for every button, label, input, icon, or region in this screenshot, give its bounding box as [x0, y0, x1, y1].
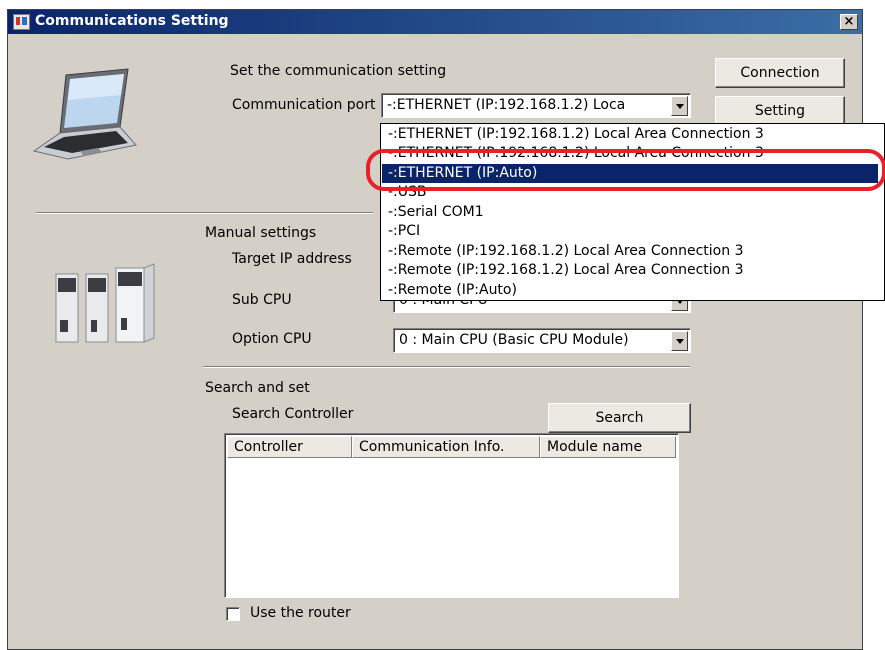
- use-router-checkbox[interactable]: [226, 607, 240, 621]
- target-ip-label: Target IP address: [232, 251, 352, 267]
- manual-heading: Manual settings: [205, 225, 317, 241]
- communications-setting-window: Communications Setting × Set the communi…: [7, 9, 863, 650]
- port-label: Communication port: [232, 97, 376, 113]
- list-header: Controller Communication Info. Module na…: [227, 436, 676, 458]
- chevron-down-icon[interactable]: [671, 96, 688, 116]
- option-cpu-value: 0 : Main CPU (Basic CPU Module): [399, 332, 629, 348]
- port-option[interactable]: -:ETHERNET (IP:192.168.1.2) Local Area C…: [382, 125, 878, 144]
- plc-modules-icon: [55, 263, 155, 343]
- port-option[interactable]: -:Remote (IP:192.168.1.2) Local Area Con…: [382, 261, 878, 280]
- divider-top: [36, 212, 373, 214]
- laptop-icon: [32, 68, 137, 160]
- column-communication-info[interactable]: Communication Info.: [352, 436, 540, 458]
- port-option[interactable]: -:PCI: [382, 222, 878, 241]
- port-option[interactable]: -:Remote (IP:Auto): [382, 281, 878, 300]
- connection-button[interactable]: Connection: [715, 58, 845, 88]
- use-router-label[interactable]: Use the router: [250, 605, 351, 621]
- app-icon: [13, 14, 30, 30]
- search-controller-label: Search Controller: [232, 406, 354, 422]
- port-value: -:ETHERNET (IP:192.168.1.2) Loca: [387, 97, 626, 113]
- title-bar[interactable]: Communications Setting ×: [8, 10, 862, 34]
- search-button[interactable]: Search: [548, 403, 691, 433]
- port-option[interactable]: -:Remote (IP:192.168.1.2) Local Area Con…: [382, 242, 878, 261]
- option-cpu-select[interactable]: 0 : Main CPU (Basic CPU Module): [393, 328, 691, 353]
- divider-search: [203, 366, 690, 368]
- controller-list[interactable]: Controller Communication Info. Module na…: [224, 433, 679, 598]
- chevron-down-icon[interactable]: [671, 331, 688, 351]
- column-module-name[interactable]: Module name: [540, 436, 676, 458]
- highlight-annotation: [366, 149, 885, 191]
- setting-button[interactable]: Setting: [715, 96, 845, 126]
- comm-heading: Set the communication setting: [230, 63, 447, 79]
- search-heading: Search and set: [205, 380, 310, 396]
- window-title: Communications Setting: [35, 13, 229, 29]
- option-cpu-label: Option CPU: [232, 331, 312, 347]
- port-option[interactable]: -:Serial COM1: [382, 203, 878, 222]
- column-controller[interactable]: Controller: [227, 436, 352, 458]
- sub-cpu-label: Sub CPU: [232, 292, 292, 308]
- communication-port-select[interactable]: -:ETHERNET (IP:192.168.1.2) Loca: [381, 93, 691, 118]
- close-button[interactable]: ×: [840, 14, 858, 30]
